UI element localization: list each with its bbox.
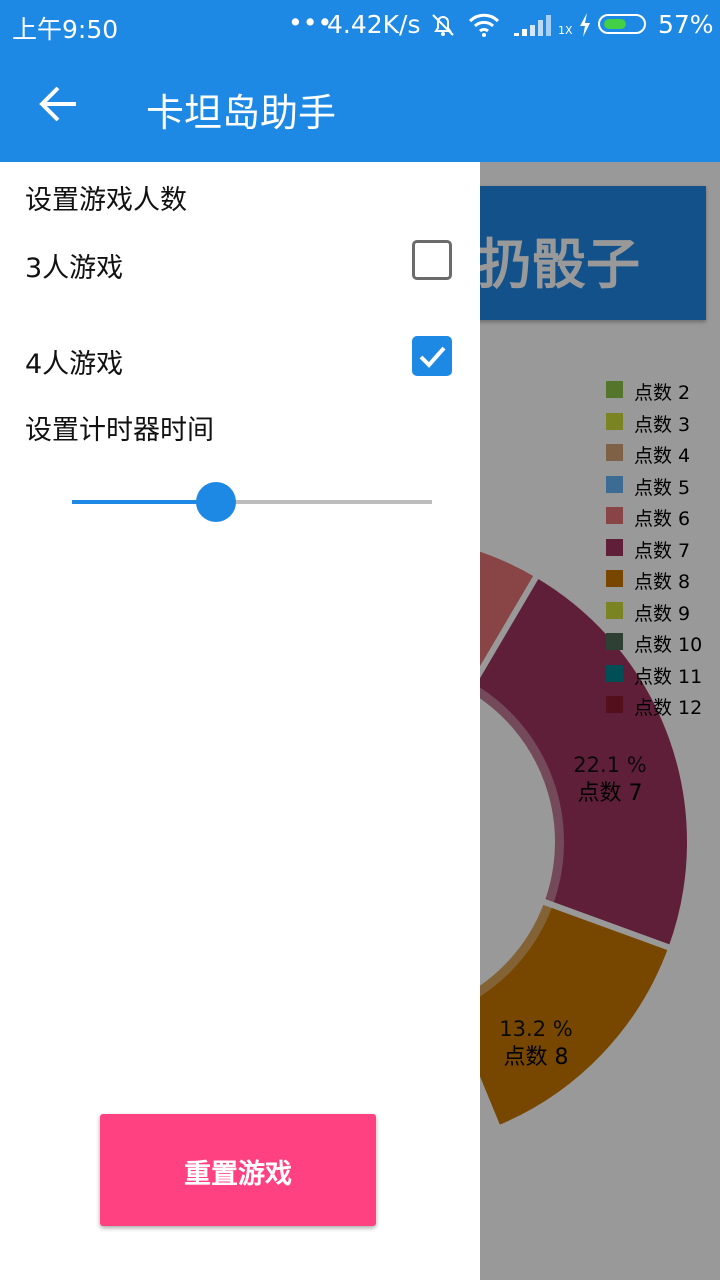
- bell-off-icon: [430, 12, 456, 44]
- app-title: 卡坦岛助手: [146, 91, 337, 135]
- status-bar: 上午9:50 ••• 4.42K/s 1X 57%: [0, 0, 720, 52]
- network-type: 1X: [558, 24, 573, 37]
- timer-slider-fill: [72, 500, 216, 504]
- dots-text: •••: [288, 8, 333, 37]
- option-3-players-label[interactable]: 3人游戏: [25, 246, 123, 285]
- check-icon: [419, 346, 446, 368]
- option-4-players-label[interactable]: 4人游戏: [25, 342, 123, 381]
- reset-game-label: 重置游戏: [184, 1159, 292, 1190]
- settings-drawer: 设置游戏人数 3人游戏 4人游戏 设置计时器时间 重置游戏: [0, 162, 480, 1280]
- charging-icon: [578, 12, 592, 44]
- network-speed: 4.42K/s: [327, 10, 421, 39]
- timer-heading: 设置计时器时间: [25, 415, 214, 446]
- wifi-icon: [468, 12, 500, 44]
- status-time: 上午9:50: [12, 15, 119, 44]
- timer-slider-thumb[interactable]: [196, 482, 236, 522]
- option-4-players-checkbox[interactable]: [412, 336, 452, 376]
- app-bar: 卡坦岛助手: [0, 52, 720, 162]
- players-heading: 设置游戏人数: [25, 185, 187, 216]
- arrow-back-icon[interactable]: [34, 80, 82, 128]
- option-3-players-checkbox[interactable]: [412, 240, 452, 280]
- reset-game-button[interactable]: 重置游戏: [100, 1114, 376, 1226]
- signal-icon: [514, 14, 552, 43]
- battery-icon: [598, 14, 646, 34]
- battery-percent: 57%: [658, 10, 714, 39]
